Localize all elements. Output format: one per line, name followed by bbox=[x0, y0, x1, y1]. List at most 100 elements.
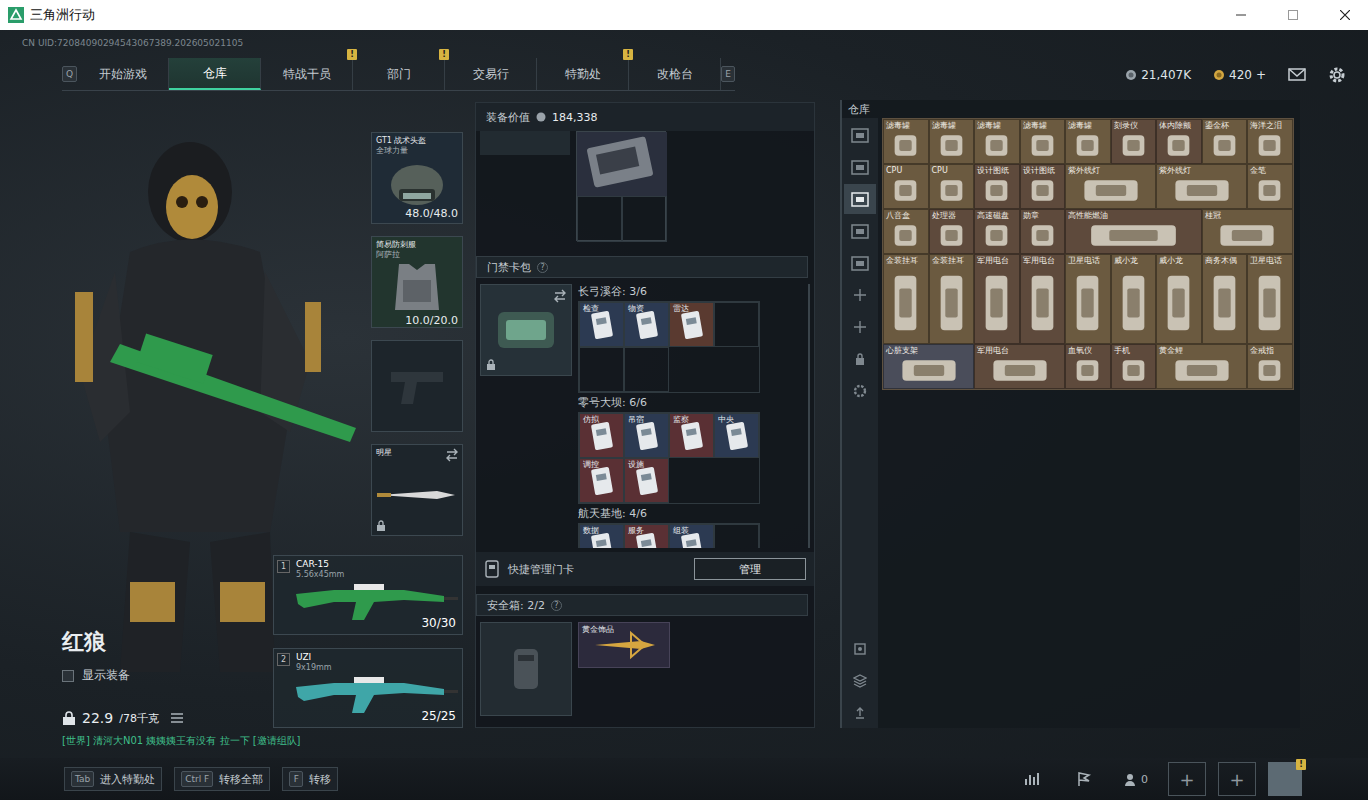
warehouse-item[interactable]: 桂冠 bbox=[1202, 209, 1293, 254]
player-avatar[interactable]: ! bbox=[1268, 762, 1302, 796]
warehouse-item[interactable]: 血氧仪 bbox=[1065, 344, 1111, 389]
warehouse-item[interactable]: 金笔 bbox=[1247, 164, 1293, 209]
close-button[interactable] bbox=[1322, 0, 1368, 30]
keycard-slot[interactable] bbox=[714, 524, 759, 548]
team-slot-add[interactable]: + bbox=[1218, 762, 1256, 796]
minimize-button[interactable] bbox=[1218, 0, 1264, 30]
show-equipment-checkbox[interactable] bbox=[62, 670, 74, 682]
chat-message[interactable]: [世界] 清河大N01 姨姨姨王有没有 拉一下 [邀请组队] bbox=[0, 734, 470, 748]
warehouse-item[interactable]: 鎏金杯 bbox=[1202, 119, 1248, 164]
warehouse-tool[interactable] bbox=[844, 344, 876, 374]
keycard[interactable]: 设施 bbox=[624, 458, 669, 503]
warehouse-item[interactable]: 金戒指 bbox=[1247, 344, 1293, 389]
warehouse-item[interactable]: 威小龙 bbox=[1111, 254, 1157, 344]
keycard[interactable]: 数据 bbox=[579, 524, 624, 548]
show-equipment-toggle[interactable]: 显示装备 bbox=[62, 667, 273, 684]
keycard[interactable]: 中央 bbox=[714, 413, 759, 458]
warehouse-item[interactable]: 刻录仪 bbox=[1111, 119, 1157, 164]
warehouse-item[interactable]: 高速磁盘 bbox=[974, 209, 1020, 254]
warehouse-item[interactable]: 军用电台 bbox=[974, 344, 1065, 389]
equipment-slot[interactable]: 简易防刺服阿萨拉10.0/20.0 bbox=[371, 236, 463, 328]
flag-button[interactable] bbox=[1064, 762, 1104, 796]
warehouse-tab[interactable] bbox=[844, 152, 876, 182]
warehouse-item[interactable]: CPU bbox=[929, 164, 975, 209]
stats-button[interactable] bbox=[1012, 762, 1052, 796]
warehouse-item[interactable]: 体内除颤 bbox=[1156, 119, 1202, 164]
warehouse-tool[interactable] bbox=[844, 666, 876, 696]
warehouse-item[interactable]: 金装挂耳 bbox=[929, 254, 975, 344]
nav-tab[interactable]: 交易行 bbox=[445, 58, 537, 90]
warehouse-tool[interactable] bbox=[844, 698, 876, 728]
hotkey-button[interactable]: F转移 bbox=[282, 767, 338, 791]
keycard[interactable]: 检查 bbox=[579, 302, 624, 347]
safe-item[interactable]: 黄金饰品 bbox=[578, 622, 670, 668]
keycard[interactable]: 监察 bbox=[669, 413, 714, 458]
warehouse-item[interactable]: 滤毒罐 bbox=[929, 119, 975, 164]
warehouse-item[interactable]: 设计图纸 bbox=[1020, 164, 1066, 209]
warehouse-item[interactable]: 金装挂耳 bbox=[883, 254, 929, 344]
warehouse-item[interactable]: 卫星电话 bbox=[1247, 254, 1293, 344]
keycard[interactable]: 雷达 bbox=[669, 302, 714, 347]
warehouse-item[interactable]: 设计图纸 bbox=[974, 164, 1020, 209]
warehouse-item[interactable]: 紫外线灯 bbox=[1156, 164, 1247, 209]
warehouse-item[interactable]: 手机 bbox=[1111, 344, 1157, 389]
warehouse-item[interactable]: 商务木偶 bbox=[1202, 254, 1248, 344]
warehouse-item[interactable]: 卫星电话 bbox=[1065, 254, 1111, 344]
warehouse-item[interactable]: 勋章 bbox=[1020, 209, 1066, 254]
warehouse-tool[interactable] bbox=[844, 312, 876, 342]
warehouse-item[interactable]: 八音盒 bbox=[883, 209, 929, 254]
warehouse-item[interactable]: 滤毒罐 bbox=[1065, 119, 1111, 164]
equipment-slot[interactable]: 明星 bbox=[371, 444, 463, 536]
nav-key-left[interactable]: Q bbox=[62, 66, 77, 82]
warehouse-tab[interactable] bbox=[844, 120, 876, 150]
warehouse-item[interactable]: 心脏支架 bbox=[883, 344, 974, 389]
hotkey-button[interactable]: Tab进入特勤处 bbox=[64, 767, 162, 791]
warehouse-tool[interactable] bbox=[844, 280, 876, 310]
keycard[interactable]: 调控 bbox=[579, 458, 624, 503]
hotkey-button[interactable]: Ctrl F转移全部 bbox=[174, 767, 270, 791]
safe-case[interactable] bbox=[480, 622, 572, 716]
keycard[interactable]: 服务 bbox=[624, 524, 669, 548]
keycard[interactable]: 吊宿 bbox=[624, 413, 669, 458]
warehouse-item[interactable]: 滤毒罐 bbox=[974, 119, 1020, 164]
warehouse-tab[interactable] bbox=[844, 184, 876, 214]
team-slot-add[interactable]: + bbox=[1168, 762, 1206, 796]
keycard[interactable]: 仿拟 bbox=[579, 413, 624, 458]
maximize-button[interactable] bbox=[1270, 0, 1316, 30]
nav-key-right[interactable]: E bbox=[721, 66, 735, 82]
warehouse-item[interactable]: 滤毒罐 bbox=[883, 119, 929, 164]
warehouse-item[interactable]: 处理器 bbox=[929, 209, 975, 254]
keycard-case[interactable] bbox=[480, 284, 572, 376]
warehouse-item[interactable]: 海洋之泪 bbox=[1247, 119, 1293, 164]
equipment-slot[interactable]: GT1 战术头盔全球力量48.0/48.0 bbox=[371, 132, 463, 224]
nav-tab[interactable]: 仓库 bbox=[169, 58, 261, 90]
warehouse-item[interactable]: 高性能燃油 bbox=[1065, 209, 1202, 254]
nav-tab[interactable]: 改枪台 bbox=[629, 58, 721, 90]
warehouse-item[interactable]: 军用电台 bbox=[974, 254, 1020, 344]
warehouse-item[interactable]: 威小龙 bbox=[1156, 254, 1202, 344]
warehouse-tab[interactable] bbox=[844, 248, 876, 278]
nav-tab[interactable]: 开始游戏 bbox=[77, 58, 169, 90]
backpack-slot[interactable] bbox=[480, 131, 570, 155]
warehouse-item[interactable]: 紫外线灯 bbox=[1065, 164, 1156, 209]
add-currency-button[interactable]: + bbox=[1256, 68, 1266, 82]
nav-tab[interactable]: 部门! bbox=[353, 58, 445, 90]
warehouse-item[interactable]: 黄金鲤 bbox=[1156, 344, 1247, 389]
warehouse-item[interactable]: 滤毒罐 bbox=[1020, 119, 1066, 164]
keycard-slot[interactable] bbox=[579, 347, 624, 392]
warehouse-tool[interactable] bbox=[844, 634, 876, 664]
warehouse-item[interactable]: CPU bbox=[883, 164, 929, 209]
warehouse-item[interactable]: 军用电台 bbox=[1020, 254, 1066, 344]
warehouse-tab[interactable] bbox=[844, 216, 876, 246]
weapon-slot[interactable]: 1CAR-155.56x45mm30/30 bbox=[273, 555, 463, 635]
help-button[interactable]: ? bbox=[537, 262, 548, 273]
backpack-item[interactable] bbox=[577, 132, 667, 196]
help-button[interactable]: ? bbox=[551, 600, 562, 611]
equipment-slot[interactable] bbox=[371, 340, 463, 432]
keycard-slot[interactable] bbox=[714, 302, 759, 347]
keycard[interactable]: 物资 bbox=[624, 302, 669, 347]
manage-button[interactable]: 管理 bbox=[694, 558, 806, 580]
keycard[interactable]: 组装 bbox=[669, 524, 714, 548]
friends-button[interactable]: 0 bbox=[1116, 762, 1156, 796]
warehouse-tool[interactable] bbox=[844, 376, 876, 406]
